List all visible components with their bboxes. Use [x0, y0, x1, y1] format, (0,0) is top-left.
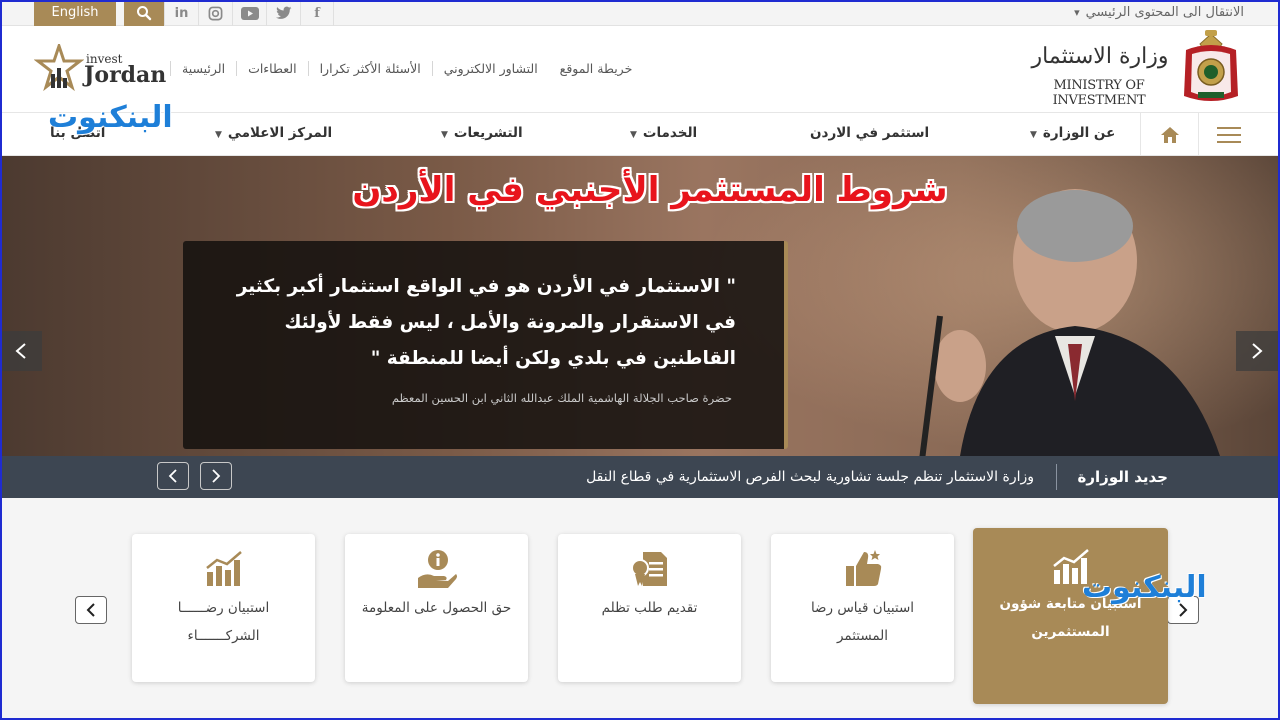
watermark-logo: البنكنوت [48, 100, 173, 135]
ministry-name-arabic: وزارة الاستثمار [1031, 44, 1169, 69]
quick-link-faq[interactable]: الأسئلة الأكثر تكرارا [307, 60, 432, 76]
speaker-photo [919, 189, 1220, 456]
quote-author: حضرة صاحب الجلالة الهاشمية الملك عبدالله… [391, 391, 732, 405]
thumbs-up-icon [846, 550, 882, 586]
page-headline: شروط المستثمر الأجنبي في الأردن [352, 170, 948, 210]
quote-text: " الاستثمار في الأردن هو في الواقع استثم… [236, 276, 736, 369]
youtube-icon [240, 6, 259, 20]
facebook-link[interactable]: f [300, 0, 334, 26]
service-card-investor-satisfaction-survey[interactable]: استبيان قياس رضا المستثمر [771, 534, 954, 682]
hamburger-menu-button[interactable] [1198, 113, 1258, 156]
quick-links: الرئيسية العطاءات الأسئلة الأكثر تكرارا … [170, 56, 640, 80]
site-header: invest Jordan الرئيسية العطاءات الأسئلة … [0, 26, 1280, 113]
instagram-link[interactable] [198, 0, 232, 26]
service-card-partners-satisfaction-survey[interactable]: استبيان رضــــــا الشركـــــــاء [132, 534, 315, 682]
chevron-right-icon [212, 469, 221, 483]
hero-next-button[interactable] [1236, 331, 1278, 371]
caret-down-icon: ▼ [441, 130, 448, 140]
ministry-name-english: MINISTRY OF INVESTMENT [1052, 78, 1146, 108]
info-hand-icon [418, 550, 457, 588]
nav-item-legislation[interactable]: التشريعات▼ [441, 113, 523, 156]
ticker-divider [1056, 464, 1057, 490]
certificate-icon [631, 552, 667, 586]
hamburger-icon [1216, 126, 1241, 143]
quick-link-sitemap[interactable]: خريطة الموقع [549, 61, 644, 76]
caret-down-icon: ▼ [1030, 130, 1037, 140]
chevron-left-icon [15, 343, 26, 359]
services-carousel: استبيان متابعة شؤون المستثمرين استبيان ق… [0, 498, 1280, 720]
twitter-icon [275, 6, 291, 19]
twitter-link[interactable] [266, 0, 300, 26]
service-card-submit-grievance[interactable]: تقديم طلب تظلم [558, 534, 741, 682]
chevron-right-icon [1179, 603, 1188, 617]
language-switch-button[interactable]: English [34, 0, 116, 26]
bar-chart-icon [206, 551, 242, 586]
chevron-left-icon [86, 603, 95, 617]
ticker-prev-button[interactable] [157, 462, 189, 490]
search-icon [137, 6, 152, 21]
chevron-left-icon [168, 469, 177, 483]
linkedin-icon: in [174, 5, 189, 21]
nav-item-media-center[interactable]: المركز الاعلامي▼ [215, 113, 332, 156]
nav-item-about-ministry[interactable]: عن الوزارة▼ [1030, 113, 1115, 156]
skip-to-content-link[interactable]: الانتقال الى المحتوى الرئيسي▾ [1074, 0, 1244, 26]
service-card-investor-affairs-survey[interactable]: استبيان متابعة شؤون المستثمرين [973, 528, 1168, 704]
quick-link-home[interactable]: الرئيسية [170, 60, 236, 76]
caret-down-icon: ▼ [215, 130, 222, 140]
nav-item-services[interactable]: الخدمات▼ [630, 113, 697, 156]
search-button[interactable] [124, 0, 164, 26]
nav-item-invest-in-jordan[interactable]: استثمر في الاردن [810, 113, 929, 156]
home-icon [1160, 126, 1179, 143]
youtube-link[interactable] [232, 0, 266, 26]
invest-jordan-logo[interactable]: invest Jordan [34, 42, 174, 102]
star-logo-icon [34, 44, 84, 92]
services-prev-button[interactable] [75, 596, 107, 624]
instagram-icon [208, 6, 223, 20]
news-ticker: جديد الوزارة وزارة الاستثمار تنظم جلسة ت… [0, 456, 1280, 498]
quick-link-e-consultation[interactable]: التشاور الالكتروني [431, 60, 549, 76]
caret-down-icon: ▼ [630, 130, 637, 140]
ticker-next-button[interactable] [200, 462, 232, 490]
top-bar: English in f الانتقال الى المحتوى الرئيس… [0, 0, 1280, 26]
watermark-logo: البنكنوت [1082, 570, 1207, 605]
home-button[interactable] [1140, 113, 1198, 156]
quote-box: " الاستثمار في الأردن هو في الواقع استثم… [183, 241, 788, 449]
main-nav: عن الوزارة▼ استثمر في الاردن الخدمات▼ ال… [0, 113, 1280, 156]
ticker-title: جديد الوزارة [1077, 468, 1168, 486]
ticker-headline-link[interactable]: وزارة الاستثمار تنظم جلسة تشاورية لبحث ا… [586, 456, 1034, 498]
coat-of-arms-icon [1184, 30, 1238, 101]
hero-prev-button[interactable] [0, 331, 42, 371]
chevron-right-icon [1252, 343, 1263, 359]
service-card-right-to-information[interactable]: حق الحصول على المعلومة [345, 534, 528, 682]
quick-link-tenders[interactable]: العطاءات [236, 60, 308, 76]
facebook-icon: f [314, 5, 320, 21]
linkedin-link[interactable]: in [164, 0, 198, 26]
chevron-down-icon: ▾ [1074, 6, 1080, 19]
